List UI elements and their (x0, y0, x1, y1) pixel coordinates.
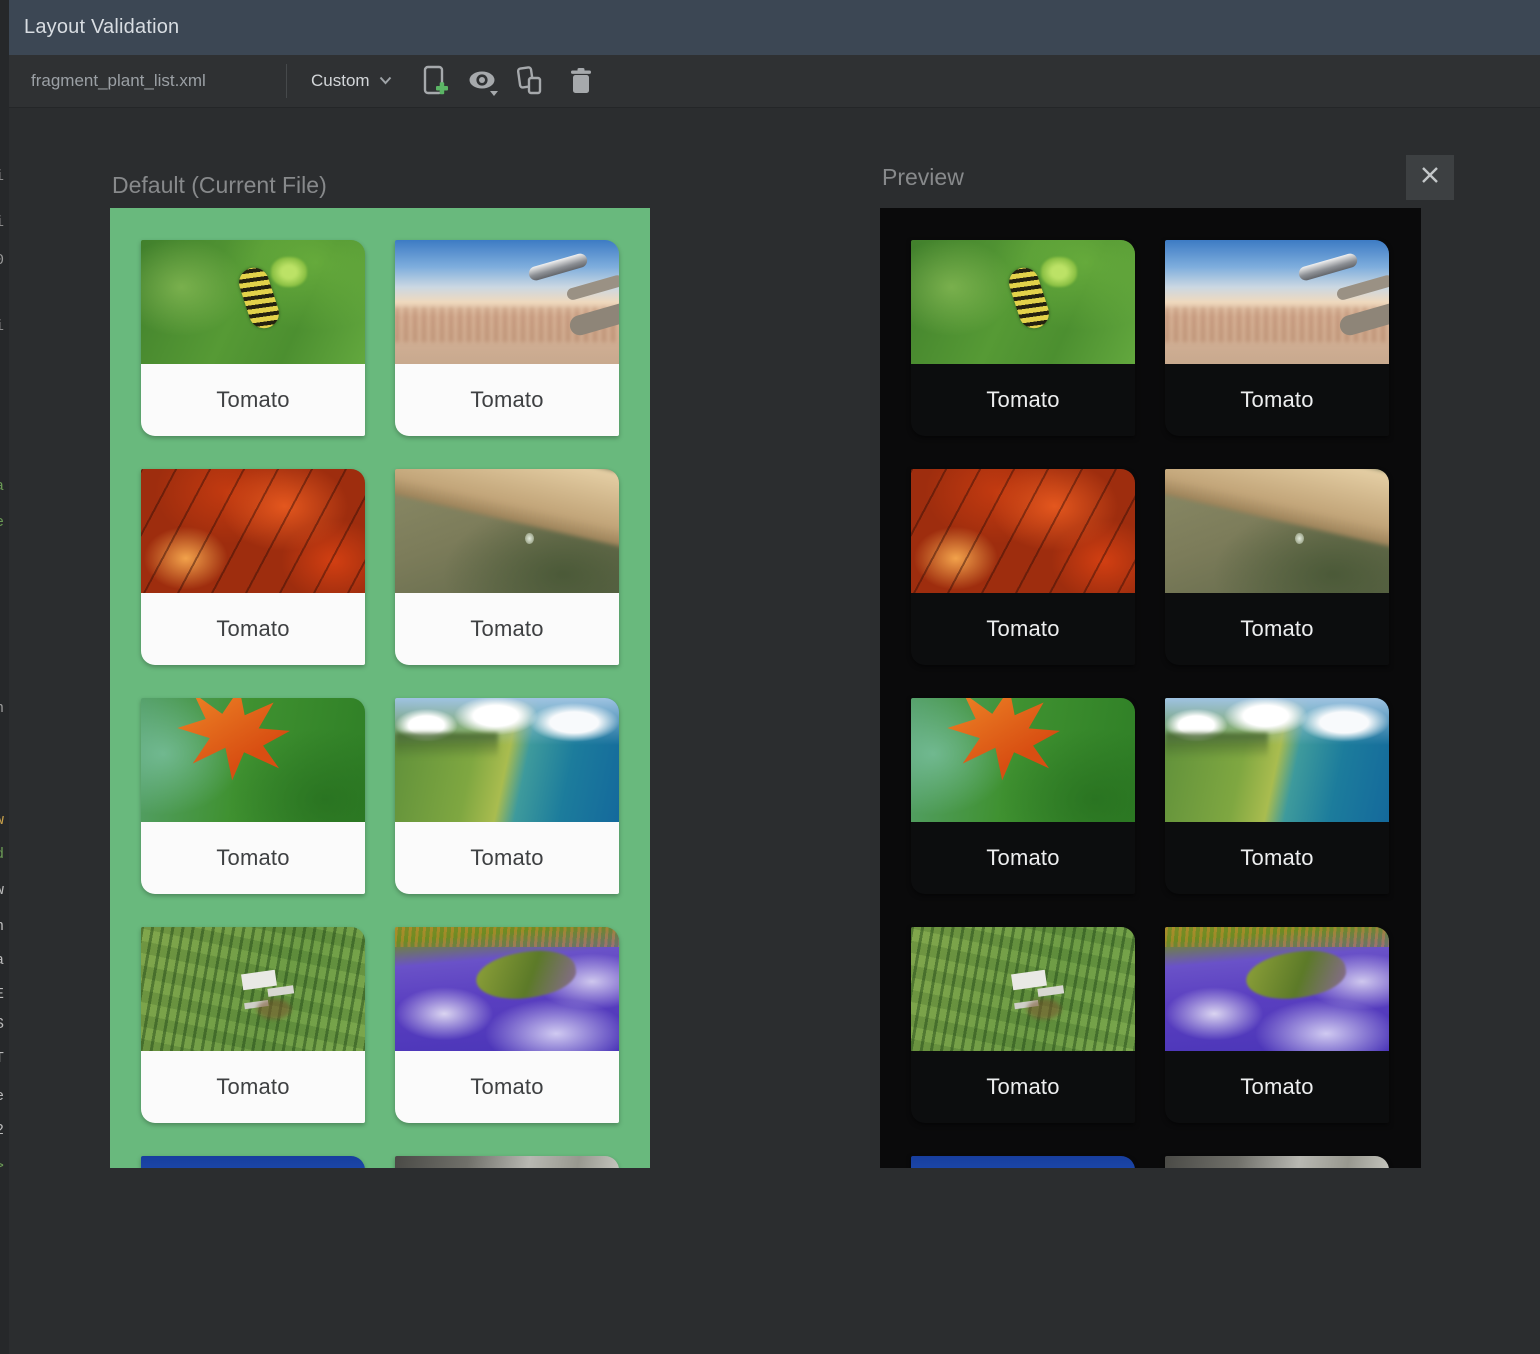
editor-text-fragment: a (0, 478, 4, 495)
plant-card: Tomato (395, 1156, 619, 1168)
plant-card: Tomato (1165, 240, 1389, 436)
plant-name: Tomato (141, 1051, 365, 1123)
add-configuration-button[interactable] (418, 64, 452, 98)
plant-photo (395, 469, 619, 593)
plant-card: Tomato (1165, 927, 1389, 1123)
editor-text-fragment: 0 (0, 252, 4, 269)
plant-photo (395, 240, 619, 364)
editor-text-fragment: w (0, 812, 4, 829)
plant-name: Tomato (1165, 1051, 1389, 1123)
preview-panel-header: Preview (882, 164, 964, 191)
copy-devices-icon (514, 65, 544, 97)
editor-text-fragment: n (0, 918, 4, 935)
layout-filename-label: fragment_plant_list.xml (31, 71, 286, 91)
plant-photo (1165, 927, 1389, 1051)
plant-photo (395, 927, 619, 1051)
editor-text-fragment: i (0, 318, 4, 335)
editor-text-fragment: E (0, 986, 4, 1003)
editor-text-fragment: n (0, 700, 4, 717)
dropdown-caret-icon (490, 91, 498, 96)
plant-name: Tomato (141, 593, 365, 665)
configuration-set-label: Custom (311, 71, 370, 91)
plant-name: Tomato (911, 822, 1135, 894)
editor-text-fragment: e (0, 514, 4, 531)
plant-photo (1165, 240, 1389, 364)
plant-name: Tomato (395, 364, 619, 436)
editor-text-fragment: w (0, 882, 4, 899)
plant-photo (395, 698, 619, 822)
plant-photo (141, 240, 365, 364)
plant-name: Tomato (395, 593, 619, 665)
delete-configuration-button[interactable] (564, 64, 598, 98)
default-layout-preview[interactable]: Tomato Tomato Tomato Tomato Tomato Tomat… (110, 208, 650, 1168)
plant-photo (141, 927, 365, 1051)
plant-name: Tomato (1165, 364, 1389, 436)
toolbar-separator (286, 64, 287, 98)
dark-theme-preview[interactable]: Tomato Tomato Tomato Tomato Tomato Tomat… (880, 208, 1421, 1168)
plant-card: Tomato (911, 240, 1135, 436)
editor-text-fragment: 2 (0, 1122, 4, 1139)
plant-name: Tomato (1165, 822, 1389, 894)
plant-card: Tomato (141, 698, 365, 894)
plant-name: Tomato (1165, 593, 1389, 665)
plant-card: Tomato (395, 927, 619, 1123)
plant-photo (911, 469, 1135, 593)
plant-card: Tomato (141, 469, 365, 665)
editor-text-fragment: i (0, 168, 4, 185)
plant-card: Tomato (911, 469, 1135, 665)
plant-name: Tomato (141, 822, 365, 894)
plant-card: Tomato (395, 469, 619, 665)
editor-text-fragment: a (0, 952, 4, 969)
plant-card: Tomato (395, 240, 619, 436)
plant-photo (911, 240, 1135, 364)
plant-card: Tomato (141, 927, 365, 1123)
plant-name: Tomato (911, 364, 1135, 436)
editor-text-fragment: S (0, 1016, 4, 1033)
configuration-set-dropdown[interactable]: Custom (307, 65, 396, 97)
close-preview-button[interactable] (1406, 155, 1454, 200)
plant-card: Tomato (141, 1156, 365, 1168)
appearance-button[interactable] (465, 64, 499, 98)
plant-photo (1165, 698, 1389, 822)
plant-card: Tomato (1165, 1156, 1389, 1168)
close-icon (1421, 166, 1439, 189)
plant-photo (141, 469, 365, 593)
tool-window-title: Layout Validation (9, 16, 179, 39)
plant-card: Tomato (911, 1156, 1135, 1168)
plant-photo (141, 698, 365, 822)
trash-icon (569, 67, 593, 95)
editor-text-fragment: e (0, 1088, 4, 1105)
plant-photo (1165, 1156, 1389, 1168)
eye-icon (467, 70, 497, 92)
editor-text-fragment: d (0, 846, 4, 863)
plant-name: Tomato (911, 1051, 1135, 1123)
plant-card: Tomato (395, 698, 619, 894)
plant-card: Tomato (141, 240, 365, 436)
editor-text-fragment: > (0, 1158, 4, 1175)
editor-edge-strip: ii0iaenwdwnaESTe2> (0, 0, 9, 1354)
tool-window-titlebar: Layout Validation (9, 0, 1540, 55)
editor-text-fragment: i (0, 214, 4, 231)
plant-name: Tomato (141, 364, 365, 436)
default-panel-header: Default (Current File) (112, 172, 327, 199)
chevron-down-icon (379, 72, 392, 90)
plant-photo (911, 927, 1135, 1051)
copy-configuration-button[interactable] (512, 64, 546, 98)
plant-photo (911, 1156, 1135, 1168)
plant-card: Tomato (911, 927, 1135, 1123)
plant-card: Tomato (1165, 698, 1389, 894)
plant-name: Tomato (395, 822, 619, 894)
editor-text-fragment: T (0, 1050, 4, 1067)
plant-photo (141, 1156, 365, 1168)
plant-name: Tomato (395, 1051, 619, 1123)
device-plus-icon (421, 65, 449, 97)
plant-photo (911, 698, 1135, 822)
plant-card: Tomato (911, 698, 1135, 894)
plant-name: Tomato (911, 593, 1135, 665)
plant-photo (395, 1156, 619, 1168)
layout-validation-toolbar: fragment_plant_list.xml Custom (9, 55, 1540, 108)
plant-card: Tomato (1165, 469, 1389, 665)
plant-photo (1165, 469, 1389, 593)
